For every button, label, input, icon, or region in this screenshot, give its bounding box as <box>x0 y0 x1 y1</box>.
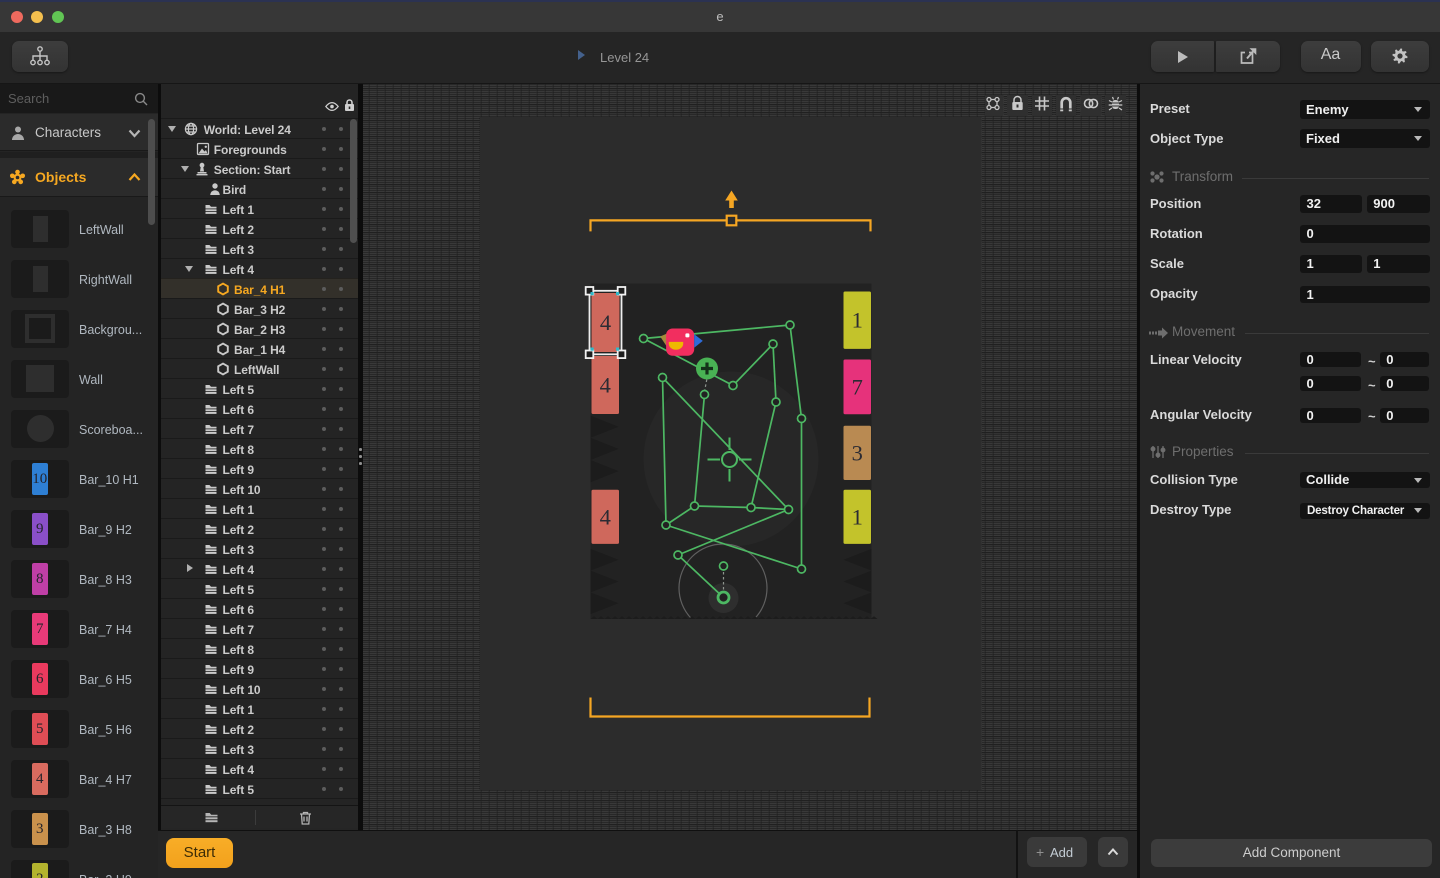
svg-text:4: 4 <box>599 373 610 398</box>
svg-text:3: 3 <box>851 440 862 465</box>
svg-text:4: 4 <box>599 504 610 529</box>
svg-text:1: 1 <box>851 504 862 529</box>
svg-text:4: 4 <box>599 310 610 335</box>
svg-text:7: 7 <box>851 374 862 399</box>
svg-text:1: 1 <box>851 308 862 333</box>
